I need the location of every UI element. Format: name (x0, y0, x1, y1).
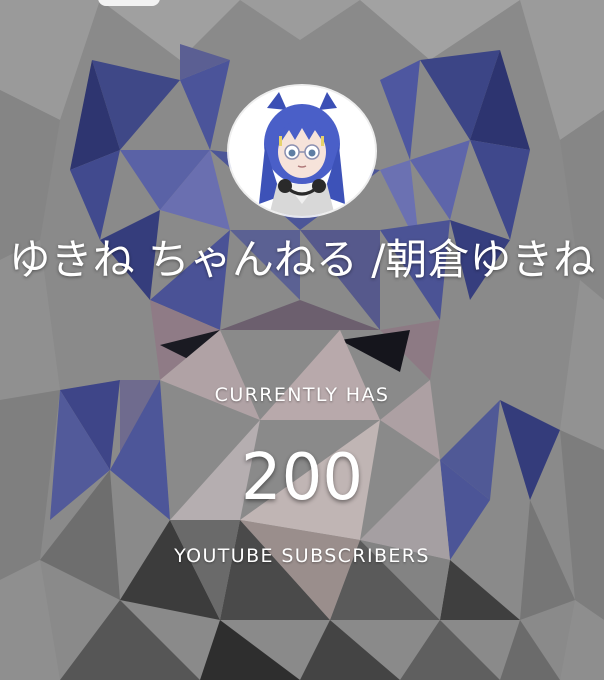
avatar-icon (229, 86, 375, 216)
top-pill-decoration (98, 0, 160, 6)
subscriber-count: 200 (240, 441, 364, 515)
currently-has-label: CURRENTLY HAS (214, 384, 390, 406)
youtube-subscribers-label: YOUTUBE SUBSCRIBERS (174, 545, 430, 567)
channel-avatar (229, 86, 375, 216)
channel-name: ゆきね ちゃんねる /朝倉ゆきね (8, 235, 596, 284)
